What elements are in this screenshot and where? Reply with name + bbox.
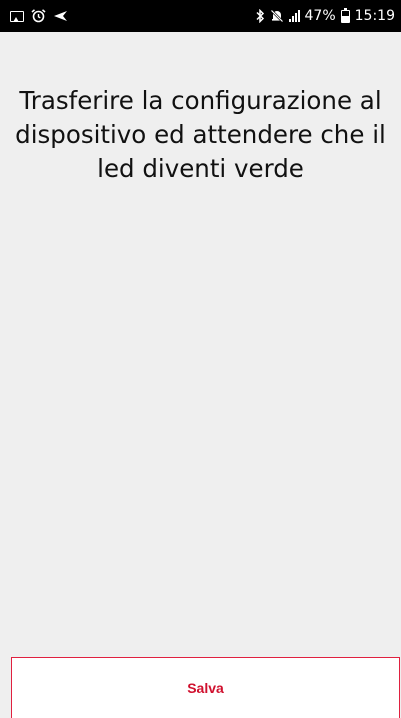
- instruction-message: Trasferire la configurazione al disposit…: [15, 86, 386, 183]
- status-bar: 47% 15:19: [0, 0, 401, 32]
- signal-bars: [288, 10, 300, 22]
- alarm-icon: [31, 9, 46, 23]
- status-bar-right: 47% 15:19: [255, 7, 395, 24]
- signal-icon: [288, 10, 300, 22]
- bluetooth-icon: [255, 9, 265, 23]
- send-icon: [53, 10, 68, 22]
- battery-icon: [340, 7, 350, 23]
- battery-percent: 47%: [304, 8, 336, 24]
- image-icon: [10, 10, 24, 22]
- battery-fill: [341, 16, 349, 22]
- status-time: 15:19: [354, 8, 395, 24]
- status-bar-left: [10, 9, 68, 23]
- save-button[interactable]: Salva: [11, 657, 400, 718]
- silent-icon: [270, 9, 284, 23]
